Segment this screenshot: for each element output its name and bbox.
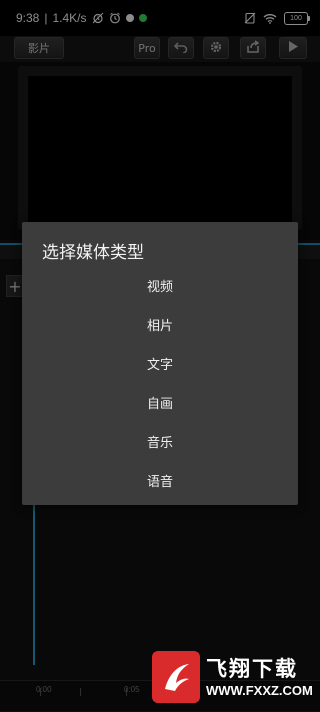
option-photo[interactable]: 相片 <box>22 305 298 344</box>
option-video[interactable]: 视频 <box>22 266 298 305</box>
option-voice[interactable]: 语音 <box>22 461 298 500</box>
option-drawing[interactable]: 自画 <box>22 383 298 422</box>
option-text[interactable]: 文字 <box>22 344 298 383</box>
watermark-url: WWW.FXXZ.COM <box>206 683 313 698</box>
watermark-brand: 飞翔下载 <box>206 657 298 681</box>
watermark-logo-icon <box>152 651 200 703</box>
watermark: 飞翔下载 WWW.FXXZ.COM <box>152 651 313 705</box>
option-music[interactable]: 音乐 <box>22 422 298 461</box>
media-type-dialog: 选择媒体类型 视频 相片 文字 自画 音乐 语音 <box>22 222 298 505</box>
dialog-title: 选择媒体类型 <box>42 243 144 263</box>
dialog-options: 视频 相片 文字 自画 音乐 语音 <box>22 266 298 500</box>
